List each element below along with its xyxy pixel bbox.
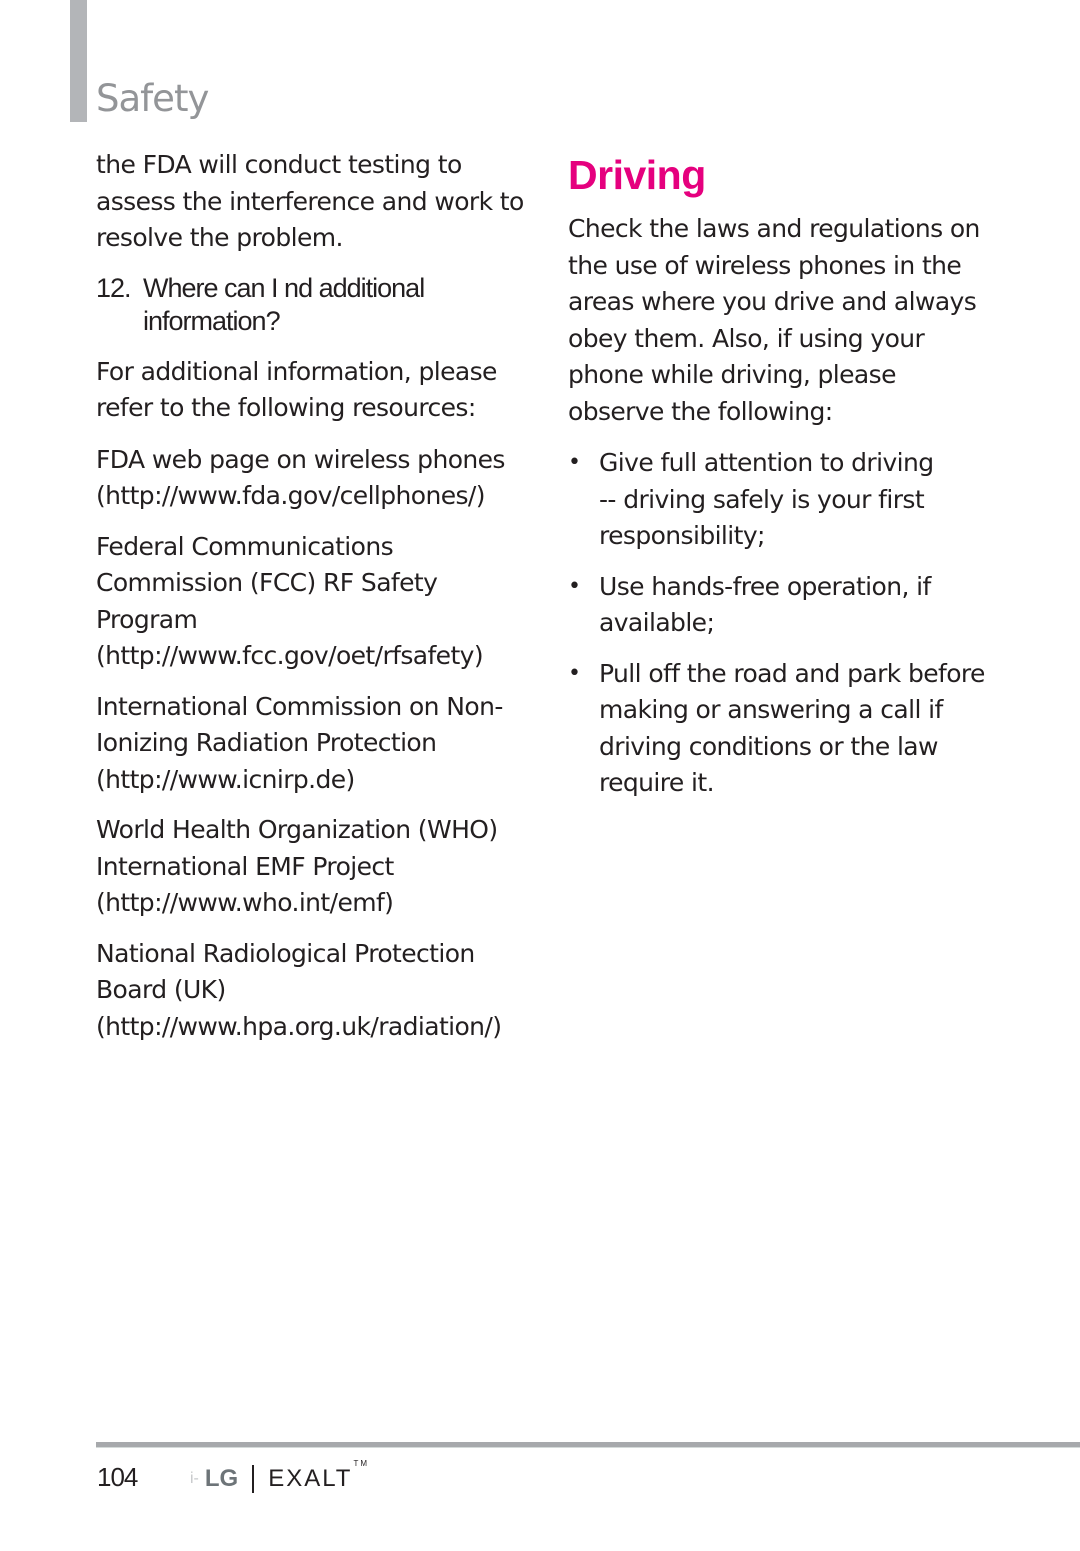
right-column: Driving Check the laws and regulations o… <box>568 147 1008 816</box>
resource-url: (http://www.fcc.gov/oet/rfsafety) <box>96 641 484 670</box>
left-column: the FDA will conduct testing to assess t… <box>96 147 526 1059</box>
driving-intro-paragraph: Check the laws and regulations on the us… <box>568 214 980 426</box>
resource-item: Federal Communications Commission (FCC) … <box>96 529 526 675</box>
section-title: Safety <box>96 76 209 120</box>
trademark-symbol: TM <box>353 1459 370 1468</box>
bullet-icon: • <box>568 660 581 686</box>
driving-heading: Driving <box>568 152 706 198</box>
resource-name: National Radiological Protection Board (… <box>96 938 475 1005</box>
model-name-text: EXALT <box>268 1465 353 1492</box>
bullet-icon: • <box>568 450 581 475</box>
resource-item: FDA web page on wireless phones (http://… <box>96 442 526 515</box>
list-item: • Pull off the road and park before maki… <box>568 656 1008 802</box>
bullet-text: Pull off the road and park before making… <box>599 658 985 798</box>
list-item: • Give full attention to driving -- driv… <box>568 445 1008 555</box>
resource-url: (http://www.who.int/emf) <box>96 888 394 917</box>
bullet-text: Give full attention to driving -- drivin… <box>599 448 934 550</box>
question-number: 12. <box>96 272 132 303</box>
resource-url: (http://www.hpa.org.uk/radiation/) <box>96 1011 502 1041</box>
driving-tips-list: • Give full attention to driving -- driv… <box>568 445 1008 802</box>
brand-logo: i- LG EXALTTM <box>190 1459 369 1495</box>
intro-paragraph: the FDA will conduct testing to assess t… <box>96 150 524 252</box>
resource-name: Federal Communications Commission (FCC) … <box>96 531 438 634</box>
resource-url: (http://www.icnirp.de) <box>96 764 355 794</box>
resource-name: World Health Organization (WHO) Internat… <box>96 815 498 881</box>
resource-name: International Commission on Non-Ionizing… <box>96 691 503 758</box>
question-text: Where can I nd additional information? <box>143 272 425 336</box>
resource-name: FDA web page on wireless phones <box>96 444 505 474</box>
footer-divider <box>96 1442 1080 1448</box>
resource-url: (http://www.fda.gov/cellphones/) <box>96 481 486 510</box>
lg-logo: LG <box>204 1465 239 1492</box>
brand-mark-icon: i- <box>190 1470 199 1487</box>
resource-item: International Commission on Non-Ionizing… <box>96 689 526 799</box>
model-name: EXALTTM <box>268 1459 369 1493</box>
section-side-bar <box>70 0 87 122</box>
resource-item: National Radiological Protection Board (… <box>96 936 526 1046</box>
resource-item: World Health Organization (WHO) Internat… <box>96 812 526 922</box>
brand-separator <box>252 1465 255 1493</box>
list-item: • Use hands-free operation, if available… <box>568 569 1008 642</box>
bullet-icon: • <box>568 573 581 599</box>
resources-lead-paragraph: For additional information, please refer… <box>96 356 497 423</box>
question-heading: 12. Where can I nd additional informatio… <box>96 272 526 338</box>
bullet-text: Use hands-free operation, if available; <box>599 571 931 638</box>
page-number: 104 <box>97 1462 138 1492</box>
